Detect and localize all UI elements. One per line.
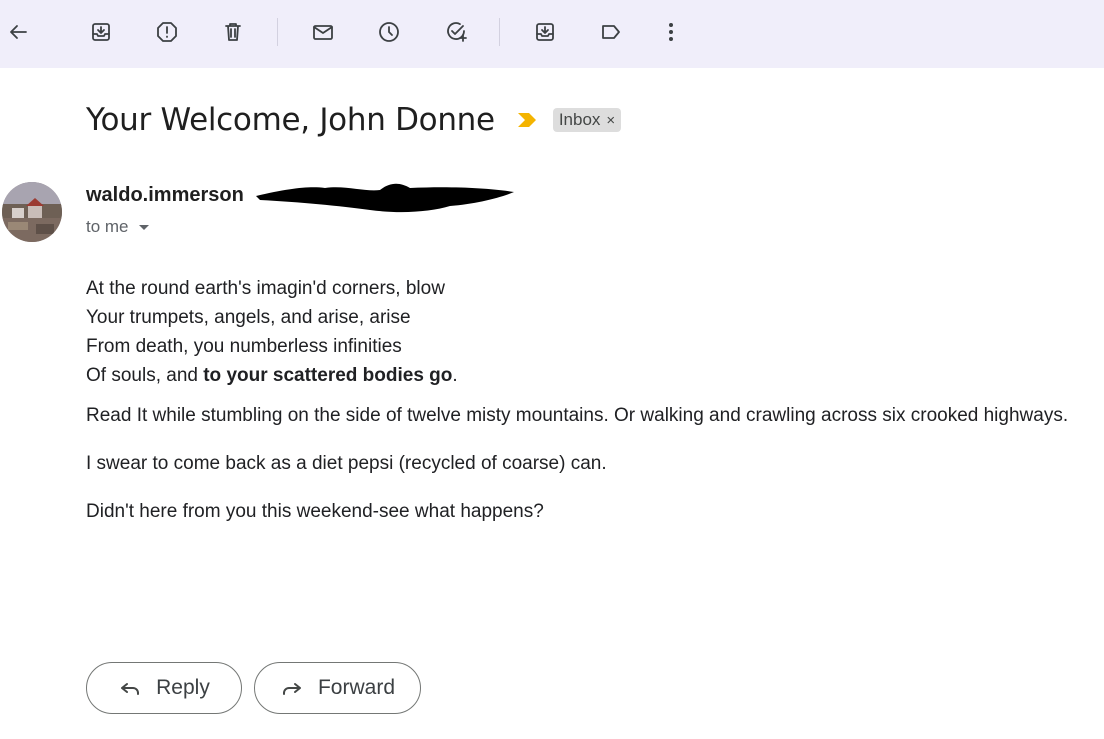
recipient-text: to me xyxy=(86,217,129,236)
forward-label: Forward xyxy=(317,676,396,699)
paragraph: I swear to come back as a diet pepsi (re… xyxy=(86,453,607,474)
toolbar-separator xyxy=(277,18,278,46)
poem-bold-text: to your scattered bodies go xyxy=(203,365,453,386)
label-chip-text: Inbox xyxy=(558,110,601,129)
poem-text: Of souls, and xyxy=(86,365,204,386)
recipient-row: to me xyxy=(86,217,149,237)
forward-icon xyxy=(282,683,301,695)
reply-label: Reply xyxy=(156,676,210,699)
poem-line: At the round earth's imagin'd corners, b… xyxy=(86,278,445,299)
reply-icon xyxy=(121,683,140,695)
email-body: At the round earth's imagin'd corners, b… xyxy=(86,274,1076,536)
sender-name: waldo.immerson xyxy=(86,184,244,206)
add-task-icon[interactable] xyxy=(438,14,474,50)
poem-line: From death, you numberless infinities xyxy=(86,336,402,357)
toolbar xyxy=(0,0,1104,68)
toolbar-separator xyxy=(499,18,500,46)
redaction-mark xyxy=(256,183,514,213)
forward-button[interactable]: Forward xyxy=(254,662,421,714)
move-to-icon[interactable] xyxy=(527,14,563,50)
reply-button[interactable]: Reply xyxy=(86,662,242,714)
email-subject: Your Welcome, John Donne xyxy=(86,102,495,138)
paragraph: Didn't here from you this weekend-see wh… xyxy=(86,501,544,522)
report-spam-icon[interactable] xyxy=(149,14,185,50)
poem-line: Of souls, and to your scattered bodies g… xyxy=(86,361,1076,390)
paragraph: Read It while stumbling on the side of t… xyxy=(86,405,1069,426)
remove-label-icon[interactable]: × xyxy=(606,112,615,129)
archive-icon[interactable] xyxy=(83,14,119,50)
poem-line: Your trumpets, angels, and arise, arise xyxy=(86,307,411,328)
more-vert-icon[interactable] xyxy=(653,14,689,50)
mark-unread-icon[interactable] xyxy=(305,14,341,50)
show-details-chevron-down-icon[interactable] xyxy=(138,224,149,230)
poem-text: . xyxy=(452,365,458,386)
back-arrow-icon[interactable] xyxy=(0,14,36,50)
label-icon[interactable] xyxy=(593,14,629,50)
label-chip-inbox: Inbox × xyxy=(552,108,622,132)
subject-row: Your Welcome, John Donne Inbox × xyxy=(86,98,622,142)
avatar[interactable] xyxy=(2,182,62,242)
delete-icon[interactable] xyxy=(215,14,251,50)
importance-marker-icon[interactable] xyxy=(517,112,537,128)
snooze-icon[interactable] xyxy=(371,14,407,50)
